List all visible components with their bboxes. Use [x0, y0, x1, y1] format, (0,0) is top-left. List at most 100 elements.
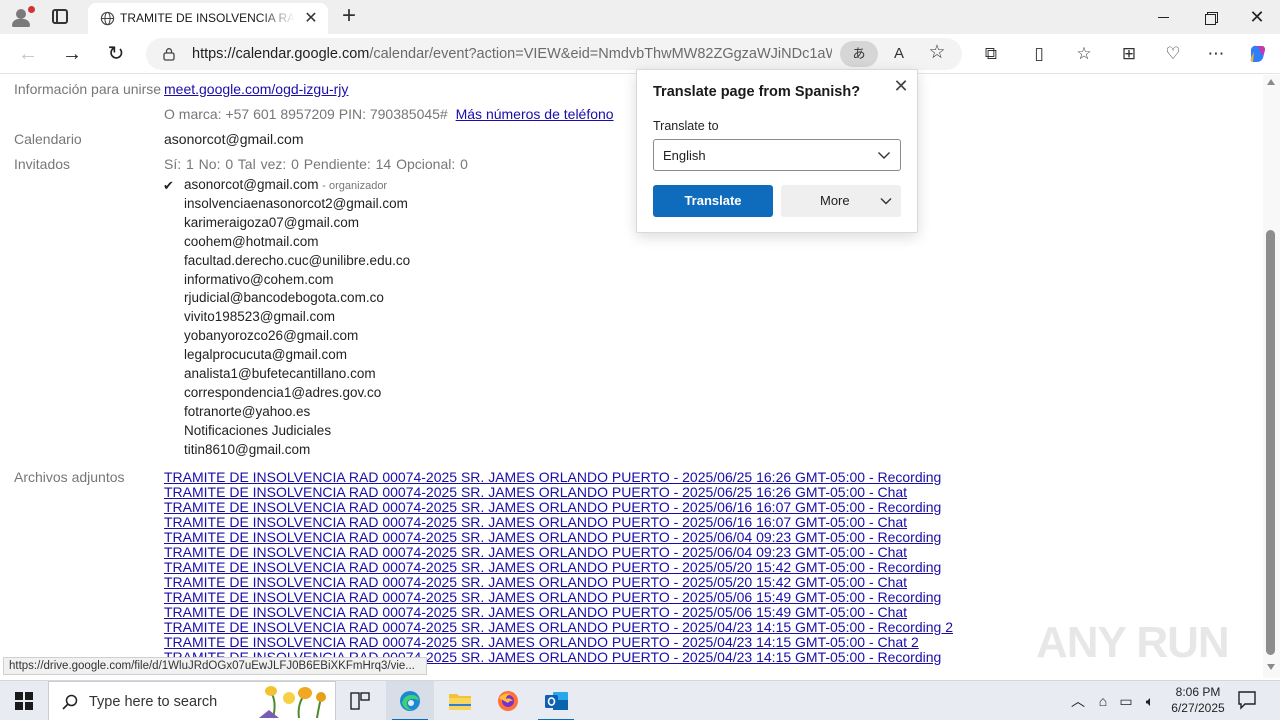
guest-item: karimeraigoza07@gmail.com	[184, 215, 360, 230]
more-button-label: More	[820, 193, 850, 208]
guest-item: vivito198523@gmail.com	[184, 309, 336, 324]
scroll-down-icon[interactable]	[1267, 664, 1275, 670]
address-bar[interactable]: https://calendar.google.com/calendar/eve…	[146, 38, 962, 70]
chevron-down-icon	[880, 198, 892, 205]
attachment-link[interactable]: TRAMITE DE INSOLVENCIA RAD 00074-2025 SR…	[164, 605, 907, 620]
windows-start-icon[interactable]	[0, 681, 48, 720]
guest-item: facultad.derecho.cuc@unilibre.edu.co	[184, 253, 411, 268]
chevron-down-icon	[878, 152, 890, 159]
close-popup-icon[interactable]: ✕	[891, 76, 911, 96]
guests-summary: Sí: 1 No: 0 Tal vez: 0 Pendiente: 14 Opc…	[164, 156, 468, 172]
attachment-link[interactable]: TRAMITE DE INSOLVENCIA RAD 00074-2025 SR…	[164, 485, 907, 500]
profile-icon[interactable]	[8, 5, 35, 29]
show-hidden-icons-icon[interactable]: ︿	[1068, 691, 1088, 711]
vertical-scrollbar[interactable]	[1263, 75, 1280, 678]
reload-icon[interactable]: ↻	[104, 42, 128, 66]
settings-more-icon[interactable]: ⋯	[1204, 42, 1228, 66]
globe-icon	[100, 11, 115, 26]
watermark: ANY RUN	[1036, 608, 1236, 672]
read-aloud-icon[interactable]: A	[888, 43, 910, 65]
guest-item: correspondencia1@adres.gov.co	[184, 385, 382, 400]
title-bar: TRAMITE DE INSOLVENCIA RAD 00074-2025 ✕ …	[0, 0, 1280, 34]
attachment-link[interactable]: TRAMITE DE INSOLVENCIA RAD 00074-2025 SR…	[164, 515, 907, 530]
taskbar-search-box[interactable]: Type here to search	[48, 681, 336, 720]
guest-email: asonorcot@gmail.com	[184, 177, 319, 192]
attachment-link[interactable]: TRAMITE DE INSOLVENCIA RAD 00074-2025 SR…	[164, 620, 953, 635]
scrollbar-thumb[interactable]	[1266, 230, 1275, 655]
more-options-button[interactable]: More	[781, 185, 901, 217]
translate-button[interactable]: Translate	[653, 185, 773, 217]
edge-taskbar-icon[interactable]	[386, 681, 434, 720]
attachment-link[interactable]: TRAMITE DE INSOLVENCIA RAD 00074-2025 SR…	[164, 560, 941, 575]
attachment-link[interactable]: TRAMITE DE INSOLVENCIA RAD 00074-2025 SR…	[164, 590, 941, 605]
attachment-link[interactable]: TRAMITE DE INSOLVENCIA RAD 00074-2025 SR…	[164, 635, 919, 650]
attachment-link[interactable]: TRAMITE DE INSOLVENCIA RAD 00074-2025 SR…	[164, 500, 941, 515]
copilot-icon[interactable]	[1246, 42, 1270, 66]
notification-icon[interactable]	[1236, 689, 1258, 711]
new-tab-button[interactable]: +	[337, 4, 361, 30]
guest-item: legalprocucuta@gmail.com	[184, 347, 348, 362]
guest-item: analista1@bufetecantillano.com	[184, 366, 376, 381]
meet-link[interactable]: meet.google.com/ogd-izgu-rjy	[164, 81, 348, 97]
guest-item: informativo@cohem.com	[184, 272, 334, 287]
browser-essentials-icon[interactable]: ♡	[1161, 42, 1185, 66]
selected-language: English	[663, 148, 706, 163]
device-icon[interactable]: ⌂	[1093, 691, 1113, 711]
dial-in-text: O marca: +57 601 8957209 PIN: 790385045#	[164, 106, 448, 122]
attachment-link[interactable]: TRAMITE DE INSOLVENCIA RAD 00074-2025 SR…	[164, 530, 941, 545]
back-icon[interactable]: ←	[16, 42, 40, 66]
accepted-check-icon: ✔	[163, 178, 174, 193]
attachments-label: Archivos adjuntos	[14, 469, 125, 485]
guest-item: coohem@hotmail.com	[184, 234, 319, 249]
close-tab-icon[interactable]: ✕	[302, 10, 320, 28]
guest-item: Notificaciones Judiciales	[184, 423, 332, 438]
guest-item: insolvenciaenasonorcot2@gmail.com	[184, 196, 408, 211]
scroll-up-icon[interactable]	[1267, 79, 1275, 85]
organizer-tag: - organizador	[322, 180, 388, 192]
favorites-icon[interactable]: ☆	[1072, 42, 1096, 66]
url-text[interactable]: https://calendar.google.com/calendar/eve…	[192, 46, 832, 64]
navigation-bar: ← → ↻ https://calendar.google.com/calend…	[0, 34, 1280, 74]
restore-button[interactable]	[1197, 6, 1225, 28]
calendar-value: asonorcot@gmail.com	[164, 131, 304, 147]
more-phone-numbers-link[interactable]: Más números de teléfono	[456, 106, 614, 122]
taskbar-clock[interactable]: 8:06 PM 6/27/2025	[1160, 684, 1236, 718]
extensions-icon[interactable]: ⧉	[979, 42, 1003, 66]
split-screen-icon[interactable]: ▯	[1027, 42, 1051, 66]
tab-actions-icon[interactable]	[52, 9, 68, 24]
volume-icon[interactable]: 🔈︎	[1140, 691, 1160, 711]
page-content: Información para unirse meet.google.com/…	[0, 75, 1263, 678]
screen: TRAMITE DE INSOLVENCIA RAD 00074-2025 ✕ …	[0, 0, 1280, 720]
attachment-link[interactable]: TRAMITE DE INSOLVENCIA RAD 00074-2025 SR…	[164, 470, 941, 485]
favorite-star-icon[interactable]: ☆	[926, 42, 948, 64]
taskbar: Type here to search ︿ ⌂ ▭ 🔈︎ 8:06 PM 6/2…	[0, 680, 1280, 720]
translate-popup: Translate page from Spanish? ✕ Translate…	[636, 69, 918, 233]
clock-time: 8:06 PM	[1175, 685, 1221, 699]
guest-item: rjudicial@bancodebogota.com.co	[184, 290, 384, 305]
search-placeholder: Type here to search	[89, 694, 218, 710]
close-window-button[interactable]: ✕	[1243, 6, 1271, 28]
site-info-icon[interactable]	[162, 47, 176, 61]
search-icon	[62, 694, 78, 710]
outlook-icon[interactable]	[532, 681, 580, 720]
attachment-link[interactable]: TRAMITE DE INSOLVENCIA RAD 00074-2025 SR…	[164, 575, 907, 590]
file-explorer-icon[interactable]	[436, 681, 484, 720]
calendar-label: Calendario	[14, 131, 82, 147]
firefox-icon[interactable]	[484, 681, 532, 720]
tab-active[interactable]: TRAMITE DE INSOLVENCIA RAD 00074-2025 ✕	[88, 3, 328, 34]
guests-label: Invitados	[14, 156, 71, 172]
collections-icon[interactable]: ⊞	[1117, 42, 1141, 66]
language-select[interactable]: English	[653, 139, 901, 171]
minimize-button[interactable]	[1150, 6, 1178, 28]
tab-title: TRAMITE DE INSOLVENCIA RAD 00074-2025	[120, 11, 295, 25]
network-icon[interactable]: ▭	[1116, 691, 1136, 711]
attachment-link[interactable]: TRAMITE DE INSOLVENCIA RAD 00074-2025 SR…	[164, 545, 907, 560]
forward-icon[interactable]: →	[60, 42, 84, 66]
translate-icon[interactable]: あ	[840, 41, 878, 67]
join-info-label: Información para unirse	[14, 81, 162, 97]
watermark-text: ANY RUN	[1036, 618, 1230, 667]
guest-item: titin8610@gmail.com	[184, 442, 311, 457]
phone-info: O marca: +57 601 8957209 PIN: 790385045#…	[164, 106, 614, 122]
guest-item: yobanyorozco26@gmail.com	[184, 328, 359, 343]
task-view-icon[interactable]	[336, 681, 384, 720]
